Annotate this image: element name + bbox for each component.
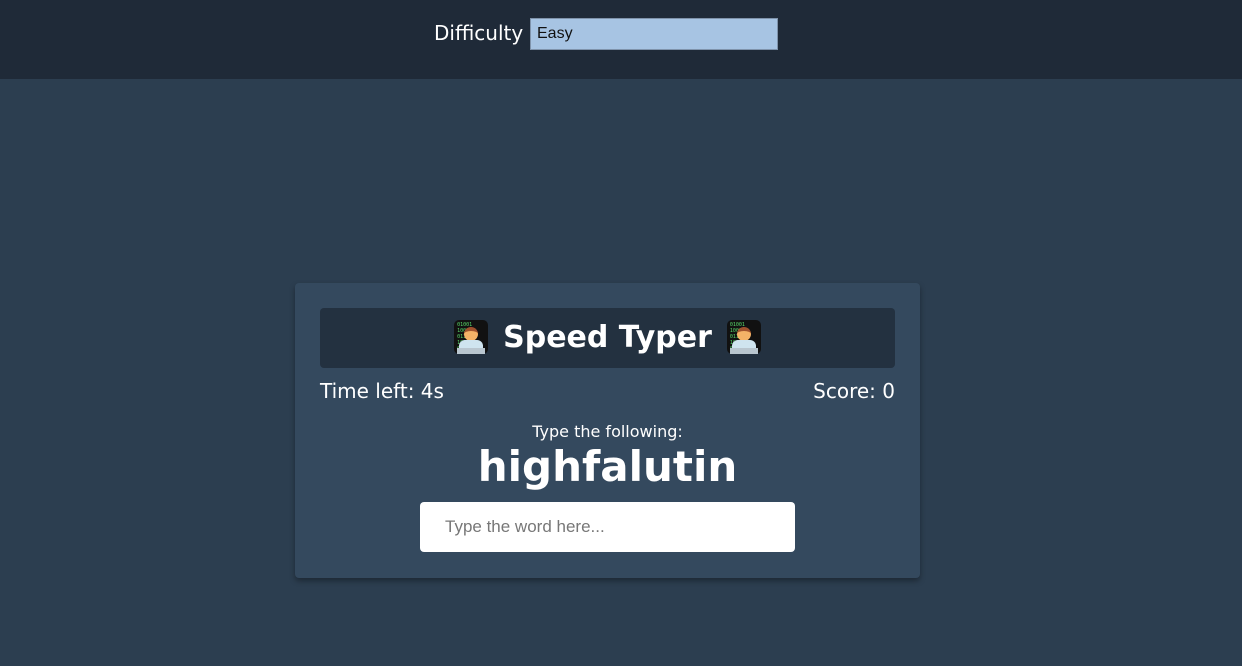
difficulty-label: Difficulty xyxy=(434,21,524,45)
technologist-emoji-icon: 01001 10010 01101 10001 01110 xyxy=(726,320,762,356)
prompt-text: Type the following: xyxy=(532,422,683,441)
game-card: 01001 10010 01101 10001 01110 Speed Type… xyxy=(295,283,920,578)
settings-bar: Difficulty Easy xyxy=(0,0,1242,79)
technologist-emoji-icon: 01001 10010 01101 10001 01110 xyxy=(453,320,489,356)
difficulty-select[interactable]: Easy xyxy=(530,18,778,50)
title-bar: 01001 10010 01101 10001 01110 Speed Type… xyxy=(320,308,895,368)
target-word: highfalutin xyxy=(477,442,738,491)
time-left: Time left: 4s xyxy=(320,379,444,403)
word-input[interactable] xyxy=(420,502,795,552)
score: Score: 0 xyxy=(813,379,895,403)
game-title: Speed Typer xyxy=(503,320,712,355)
